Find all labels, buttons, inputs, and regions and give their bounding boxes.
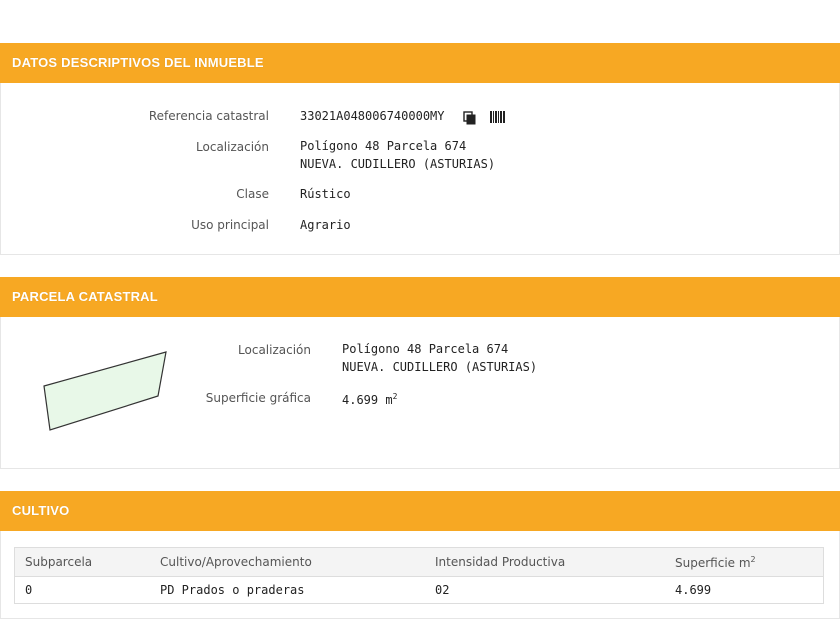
value-clase: Rústico	[300, 187, 351, 201]
label-referencia-catastral: Referencia catastral	[148, 109, 269, 123]
label-clase: Clase	[236, 187, 269, 201]
cell-subparcela: 0	[25, 583, 33, 597]
section-header-datos-descriptivos: DATOS DESCRIPTIVOS DEL INMUEBLE	[0, 43, 840, 83]
header-cultivo: Cultivo/Aprovechamiento	[150, 547, 425, 577]
label-superficie-grafica: Superficie gráfica	[205, 391, 311, 405]
table-row: 0 PD Prados o praderas 02 4.699	[15, 577, 824, 604]
header-intensidad: Intensidad Productiva	[425, 547, 665, 577]
value-superficie-grafica: 4.699 m2	[342, 392, 398, 407]
section-body-datos-descriptivos: Referencia catastral 33021A048006740000M…	[0, 83, 840, 255]
copy-icon[interactable]	[463, 110, 477, 129]
cell-intensidad: 02	[435, 583, 450, 597]
label-localizacion: Localización	[196, 140, 269, 154]
label-uso-principal: Uso principal	[191, 218, 269, 232]
value-localizacion-line1: Polígono 48 Parcela 674	[300, 139, 467, 153]
section-header-parcela-catastral: PARCELA CATASTRAL	[0, 277, 840, 317]
section-header-cultivo: CULTIVO	[0, 491, 840, 531]
value-parcela-localizacion-line2: NUEVA. CUDILLERO (ASTURIAS)	[342, 360, 538, 374]
cultivo-table: Subparcela Cultivo/Aprovechamiento Inten…	[14, 547, 824, 604]
value-uso-principal: Agrario	[300, 218, 351, 232]
header-subparcela: Subparcela	[14, 547, 150, 577]
section-body-parcela-catastral: Localización Polígono 48 Parcela 674 NUE…	[0, 317, 840, 469]
label-parcela-localizacion: Localización	[238, 343, 311, 357]
barcode-icon[interactable]	[490, 109, 506, 128]
cell-superficie: 4.699	[675, 583, 712, 597]
header-superficie: Superficie m2	[665, 547, 824, 577]
value-parcela-localizacion-line1: Polígono 48 Parcela 674	[342, 342, 509, 356]
value-localizacion-line2: NUEVA. CUDILLERO (ASTURIAS)	[300, 157, 496, 171]
cultivo-table-header-row: Subparcela Cultivo/Aprovechamiento Inten…	[14, 547, 824, 577]
cell-cultivo: PD Prados o praderas	[160, 583, 305, 597]
value-referencia-catastral[interactable]: 33021A048006740000MY	[300, 107, 445, 125]
